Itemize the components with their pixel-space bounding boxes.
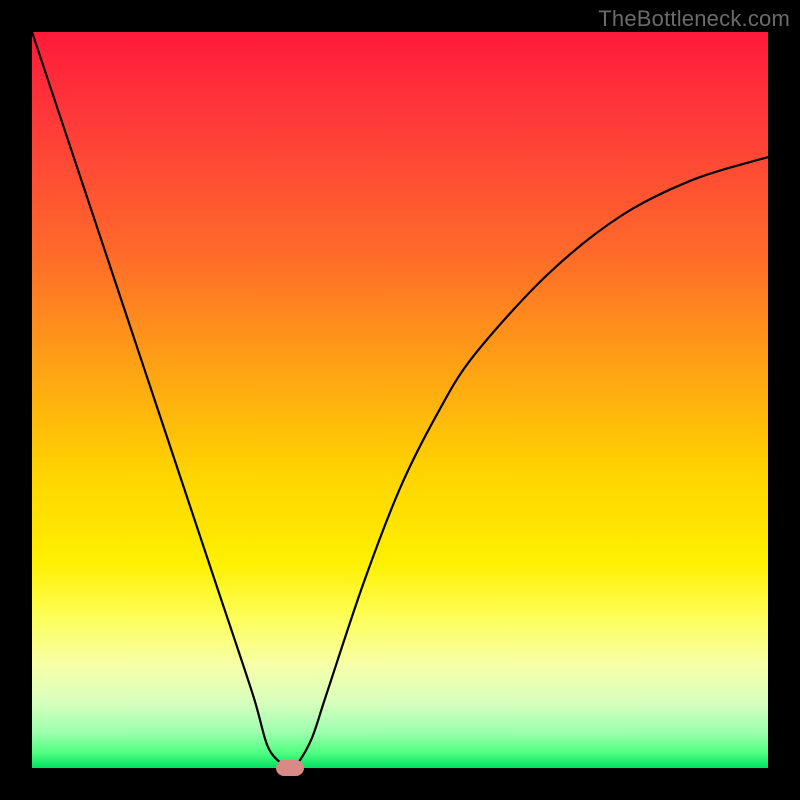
bottleneck-curve — [32, 32, 768, 768]
optimal-marker — [276, 760, 304, 776]
plot-area — [32, 32, 768, 768]
attribution-text: TheBottleneck.com — [598, 6, 790, 32]
